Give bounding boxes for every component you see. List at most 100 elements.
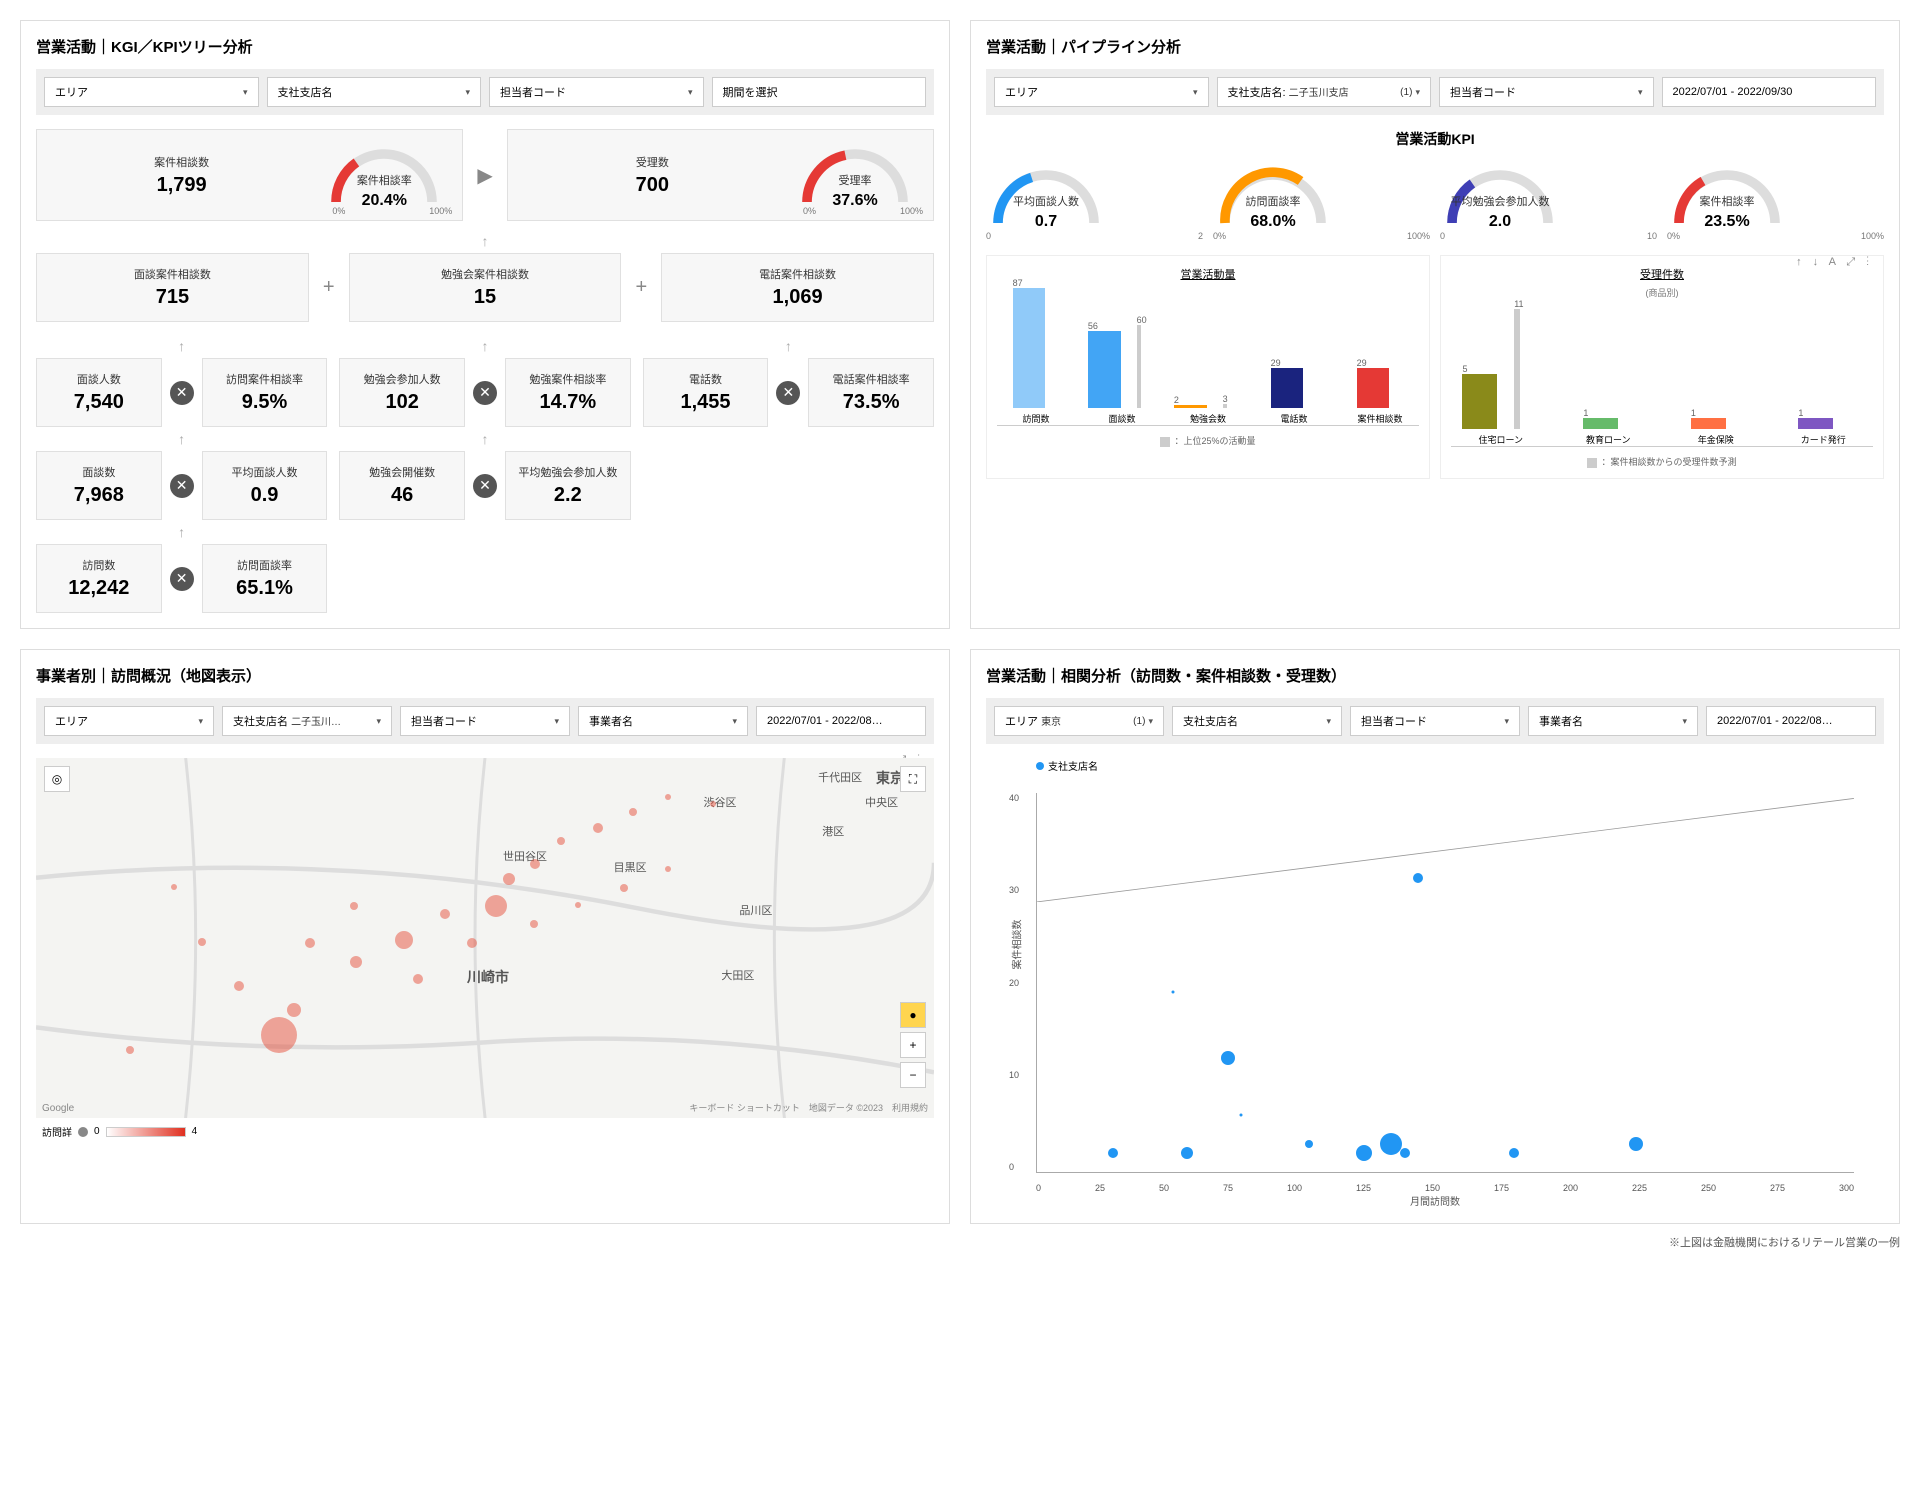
- panel-map: 事業者別｜訪問概況（地図表示） エリア▾ 支社支店名 二子玉川…▾ 担当者コード…: [20, 649, 950, 1224]
- gauge-accept-rate: 受理率37.6%: [795, 140, 915, 210]
- chevron-down-icon: ▾: [1326, 716, 1331, 727]
- gauge-consult-rate: 案件相談率20.4%: [324, 140, 444, 210]
- filter-period[interactable]: 2022/07/01 - 2022/09/30: [1662, 77, 1877, 107]
- chevron-down-icon: ▾: [688, 87, 693, 98]
- times-icon: ✕: [473, 381, 497, 405]
- map-district-label: 品川区: [739, 902, 772, 918]
- chart-toolbar[interactable]: ↑ ↓ A ⤢ ⋮: [1796, 256, 1873, 269]
- legend-dot-icon: [1036, 762, 1044, 770]
- filter-period[interactable]: 2022/07/01 - 2022/08…: [756, 706, 926, 736]
- chevron-down-icon: ▾: [1638, 87, 1643, 98]
- kpi-col1-r3a: 訪問数12,242: [36, 544, 162, 613]
- legend-swatch: [1587, 458, 1597, 468]
- chart-activity: 営業活動量 87訪問数5660面談数23勉強会数29電話数29案件相談数 ：上位…: [986, 255, 1430, 479]
- kpi-col1-r2a: 面談数7,968: [36, 451, 162, 520]
- kpi-card-consultations: 案件相談数 1,799: [47, 154, 316, 197]
- streetview-button[interactable]: ●: [900, 1002, 926, 1028]
- map-credit: キーボード ショートカット 地図データ ©2023 利用規約: [689, 1101, 928, 1114]
- times-icon: ✕: [473, 474, 497, 498]
- footnote: ※上図は金融機関におけるリテール営業の一例: [20, 1234, 1900, 1250]
- kpi-col1-r2b: 平均面談人数0.9: [202, 451, 328, 520]
- filter-staff[interactable]: 担当者コード▾: [1439, 77, 1654, 107]
- plus-icon: +: [319, 276, 339, 299]
- zoom-out-button[interactable]: −: [900, 1062, 926, 1088]
- zoom-in-button[interactable]: +: [900, 1032, 926, 1058]
- filter-staff[interactable]: 担当者コード▾: [400, 706, 570, 736]
- chevron-down-icon: ▾: [1682, 716, 1687, 727]
- kpi-col2-r1b: 勉強案件相談率14.7%: [505, 358, 631, 427]
- chart-acceptance: ↑ ↓ A ⤢ ⋮ 受理件数 (商品別) 511住宅ローン1教育ローン1年金保険…: [1440, 255, 1884, 479]
- up-arrow-icon: ↑: [36, 431, 327, 447]
- x-axis-ticks: 0255075100125150175200225250275300: [1036, 1183, 1854, 1193]
- map-district-label: 千代田区: [818, 769, 862, 785]
- up-arrow-icon: ↑: [36, 338, 327, 354]
- google-logo: Google: [42, 1103, 74, 1114]
- kpi-col3-r1b: 電話案件相談率73.5%: [808, 358, 934, 427]
- panel-title: 営業活動｜相関分析（訪問数・案件相談数・受理数）: [986, 665, 1884, 686]
- times-icon: ✕: [170, 567, 194, 591]
- filter-area[interactable]: エリア 東京(1) ▾: [994, 706, 1164, 736]
- filter-branch[interactable]: 支社支店名: 二子玉川支店(1) ▾: [1217, 77, 1432, 107]
- filter-period[interactable]: 2022/07/01 - 2022/08…: [1706, 706, 1876, 736]
- kpi-col1-r3b: 訪問面談率65.1%: [202, 544, 328, 613]
- map-district-label: 大田区: [721, 967, 754, 983]
- map-district-label: 中央区: [865, 794, 898, 810]
- kpi-card-accepted: 受理数 700: [518, 154, 787, 197]
- filter-staff[interactable]: 担当者コード▾: [1350, 706, 1520, 736]
- locate-button[interactable]: ◎: [44, 766, 70, 792]
- times-icon: ✕: [776, 381, 800, 405]
- up-arrow-icon: ↑: [339, 338, 630, 354]
- plus-icon: +: [631, 276, 651, 299]
- chevron-down-icon: ▾: [1415, 87, 1420, 97]
- fullscreen-button[interactable]: ⛶: [900, 766, 926, 792]
- x-axis-label: 月間訪問数: [986, 1193, 1884, 1208]
- map-legend: 訪問詳 0 4: [36, 1118, 934, 1145]
- kpi-col2-r2a: 勉強会開催数46: [339, 451, 465, 520]
- map-district-label: 目黒区: [614, 859, 647, 875]
- filter-area[interactable]: エリア▾: [44, 706, 214, 736]
- panel-kpi-tree: 営業活動｜KGI／KPIツリー分析 エリア▾ 支社支店名▾ 担当者コード▾ 期間…: [20, 20, 950, 629]
- chevron-down-icon: ▾: [732, 716, 737, 727]
- chevron-down-icon: ▾: [243, 87, 248, 98]
- gauge-visit-rate: 訪問面談率68.0%0%100%: [1213, 161, 1430, 241]
- panel-pipeline: 営業活動｜パイプライン分析 エリア▾ 支社支店名: 二子玉川支店(1) ▾ 担当…: [970, 20, 1900, 629]
- times-icon: ✕: [170, 474, 194, 498]
- legend-swatch: [1160, 437, 1170, 447]
- filter-business[interactable]: 事業者名▾: [578, 706, 748, 736]
- filter-period[interactable]: 期間を選択: [712, 77, 927, 107]
- chevron-down-icon: ▾: [1504, 716, 1509, 727]
- kpi-section-title: 営業活動KPI: [986, 129, 1884, 149]
- gauge-avg-meeting: 平均面談人数0.702: [986, 161, 1203, 241]
- map-city-label: 川崎市: [467, 967, 509, 987]
- gauge-row: 平均面談人数0.702 訪問面談率68.0%0%100% 平均勉強会参加人数2.…: [986, 161, 1884, 241]
- panel-title: 事業者別｜訪問概況（地図表示）: [36, 665, 934, 686]
- gauge-consult-rate: 案件相談率23.5%0%100%: [1667, 161, 1884, 241]
- arrow-icon: ▶: [473, 163, 496, 188]
- panel-correlation: 営業活動｜相関分析（訪問数・案件相談数・受理数） エリア 東京(1) ▾ 支社支…: [970, 649, 1900, 1224]
- filter-branch[interactable]: 支社支店名 二子玉川…▾: [222, 706, 392, 736]
- up-arrow-icon: ↑: [339, 431, 630, 447]
- map[interactable]: 東京 川崎市 渋谷区 世田谷区 目黒区 大田区 港区 千代田区 中央区 品川区 …: [36, 758, 934, 1118]
- times-icon: ✕: [170, 381, 194, 405]
- chevron-down-icon: ▾: [465, 87, 470, 98]
- up-arrow-icon: ↑: [643, 338, 934, 354]
- map-district-label: 渋谷区: [703, 794, 736, 810]
- kpi-col2-r2b: 平均勉強会参加人数2.2: [505, 451, 631, 520]
- map-district-label: 世田谷区: [503, 848, 547, 864]
- filter-business[interactable]: 事業者名▾: [1528, 706, 1698, 736]
- filter-bar: エリア▾ 支社支店名 二子玉川…▾ 担当者コード▾ 事業者名▾ 2022/07/…: [36, 698, 934, 744]
- legend-dot-icon: [78, 1127, 88, 1137]
- filter-branch[interactable]: 支社支店名▾: [267, 77, 482, 107]
- filter-staff[interactable]: 担当者コード▾: [489, 77, 704, 107]
- filter-area[interactable]: エリア▾: [994, 77, 1209, 107]
- filter-bar: エリア 東京(1) ▾ 支社支店名▾ 担当者コード▾ 事業者名▾ 2022/07…: [986, 698, 1884, 744]
- map-district-label: 港区: [822, 823, 844, 839]
- gauge-avg-seminar: 平均勉強会参加人数2.0010: [1440, 161, 1657, 241]
- kpi-col3-r1a: 電話数1,455: [643, 358, 769, 427]
- filter-bar: エリア▾ 支社支店名▾ 担当者コード▾ 期間を選択: [36, 69, 934, 115]
- legend-gradient: [106, 1127, 186, 1137]
- filter-area[interactable]: エリア▾: [44, 77, 259, 107]
- filter-branch[interactable]: 支社支店名▾: [1172, 706, 1342, 736]
- panel-title: 営業活動｜KGI／KPIツリー分析: [36, 36, 934, 57]
- chevron-down-icon: ▾: [198, 716, 203, 727]
